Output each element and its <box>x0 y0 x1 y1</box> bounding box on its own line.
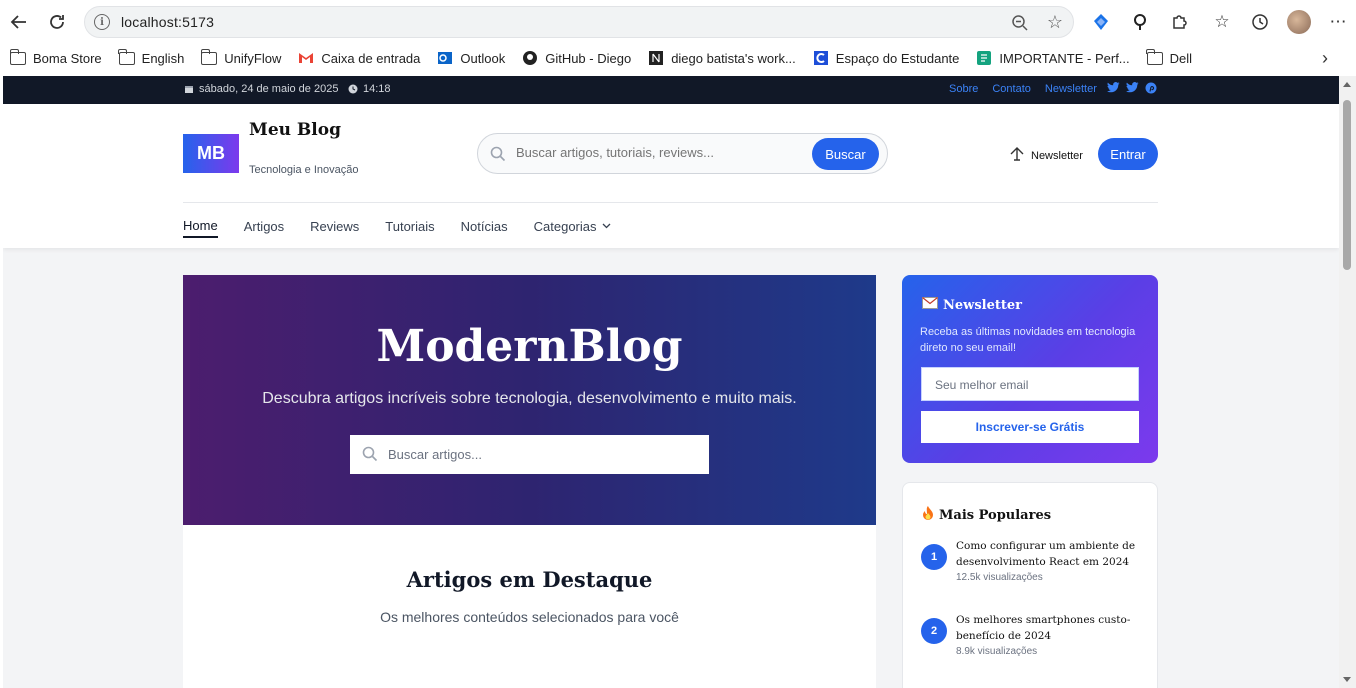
page-scrollbar[interactable] <box>1339 76 1356 688</box>
popular-item-title[interactable]: Os melhores smartphones custo-benefício … <box>956 612 1136 644</box>
nav-item-reviews[interactable]: Reviews <box>310 218 359 238</box>
header-search-input[interactable] <box>516 145 806 160</box>
nav-item-home[interactable]: Home <box>183 218 218 238</box>
featured-title: Artigos em Destaque <box>406 567 653 592</box>
bookmark-item[interactable]: Outlook <box>437 51 505 66</box>
outlook-icon <box>437 51 453 65</box>
site-info-icon[interactable]: i <box>94 14 110 30</box>
extension-diamond-icon[interactable] <box>1089 10 1113 34</box>
newsletter-description: Receba as últimas novidades em tecnologi… <box>920 326 1136 354</box>
popular-title: Mais Populares <box>921 505 1051 525</box>
rank-badge: 2 <box>921 618 947 644</box>
browser-toolbar: i localhost:5173 ☆ ☆ ⋯ <box>0 0 1356 44</box>
twitter-icon[interactable] <box>1107 82 1120 97</box>
bookmark-item[interactable]: Boma Store <box>9 48 102 66</box>
hero-subtitle: Descubra artigos incríveis sobre tecnolo… <box>262 390 797 407</box>
nav-item-artigos[interactable]: Artigos <box>244 218 284 238</box>
hero-title: ModernBlog <box>376 321 683 372</box>
send-icon <box>1009 146 1025 165</box>
bookmark-item[interactable]: GitHub - Diego <box>522 51 631 66</box>
scroll-down-icon[interactable] <box>1343 677 1351 682</box>
folder-icon <box>9 48 26 65</box>
social-links <box>1107 82 1163 97</box>
popular-item-views: 12.5k visualizações <box>956 572 1043 583</box>
bookmark-item[interactable]: English <box>118 48 184 66</box>
student-icon <box>813 51 829 65</box>
nav-item-tutoriais[interactable]: Tutoriais <box>385 218 434 238</box>
reload-icon[interactable] <box>44 9 70 35</box>
date-display: sábado, 24 de maio de 2025 <box>184 83 338 95</box>
newsletter-card: Newsletter Receba as últimas novidades e… <box>902 275 1158 463</box>
twitter-icon[interactable] <box>1126 82 1139 97</box>
back-icon[interactable] <box>6 9 32 35</box>
favorites-icon[interactable]: ☆ <box>1210 10 1234 34</box>
featured-section: Artigos em Destaque Os melhores conteúdo… <box>183 525 876 688</box>
more-menu-icon[interactable]: ⋯ <box>1326 10 1350 34</box>
site-header: MB Meu Blog Tecnologia e Inovação Buscar… <box>3 104 1339 248</box>
newsletter-email-input[interactable]: Seu melhor email <box>921 367 1139 401</box>
folder-icon <box>118 48 135 65</box>
clock-icon <box>348 84 358 94</box>
envelope-icon <box>922 297 938 313</box>
featured-subtitle: Os melhores conteúdos selecionados para … <box>380 609 679 625</box>
pinterest-icon[interactable] <box>1145 82 1157 97</box>
search-icon <box>490 146 506 167</box>
bookmark-item[interactable]: Caixa de entrada <box>298 51 420 66</box>
hero-banner: ModernBlog Descubra artigos incríveis so… <box>183 275 876 525</box>
bookmark-item[interactable]: UnifyFlow <box>200 48 281 66</box>
newsletter-link[interactable]: Newsletter <box>1009 146 1083 165</box>
link-contato[interactable]: Contato <box>992 83 1031 95</box>
search-icon <box>362 446 378 465</box>
bookmark-item[interactable]: diego batista's work... <box>648 51 796 66</box>
search-button[interactable]: Buscar <box>812 138 879 170</box>
time-display: 14:18 <box>348 83 391 95</box>
header-search: Buscar <box>477 133 888 174</box>
logo[interactable]: MB <box>183 134 239 173</box>
notion-icon <box>648 51 664 65</box>
subscribe-button[interactable]: Inscrever-se Grátis <box>921 411 1139 443</box>
history-icon[interactable] <box>1248 10 1272 34</box>
profile-avatar[interactable] <box>1287 10 1311 34</box>
fire-icon <box>921 505 935 525</box>
login-button[interactable]: Entrar <box>1098 138 1158 170</box>
popular-card: Mais Populares 1 Como configurar um ambi… <box>902 482 1158 688</box>
folder-icon <box>1146 48 1163 65</box>
zoom-icon[interactable] <box>1011 14 1029 37</box>
nav-item-categorias[interactable]: Categorias <box>534 218 611 238</box>
chevron-down-icon <box>602 221 611 232</box>
address-bar[interactable]: i localhost:5173 ☆ <box>84 6 1074 38</box>
site-name[interactable]: Meu Blog <box>249 120 341 140</box>
popular-item-views: 8.9k visualizações <box>956 646 1038 657</box>
popular-item-title[interactable]: Como configurar um ambiente de desenvolv… <box>956 538 1136 570</box>
nav-item-noticias[interactable]: Notícias <box>461 218 508 238</box>
scroll-up-icon[interactable] <box>1343 82 1351 87</box>
header-divider <box>183 202 1158 203</box>
bookmarks-overflow-icon[interactable]: › <box>1322 48 1328 69</box>
hero-search-placeholder: Buscar artigos... <box>388 447 482 462</box>
hero-search-input[interactable]: Buscar artigos... <box>350 435 709 474</box>
site-tagline: Tecnologia e Inovação <box>249 164 359 176</box>
folder-icon <box>200 48 218 65</box>
calendar-icon <box>185 86 193 93</box>
newsletter-title: Newsletter <box>922 297 1022 313</box>
doc-icon <box>976 51 992 65</box>
main-nav: Home Artigos Reviews Tutoriais Notícias … <box>183 218 637 238</box>
extensions-puzzle-icon[interactable] <box>1167 10 1191 34</box>
bookmarks-bar: Boma Store English UnifyFlow Caixa de en… <box>0 44 1356 72</box>
rank-badge: 1 <box>921 544 947 570</box>
link-sobre[interactable]: Sobre <box>949 83 978 95</box>
link-newsletter[interactable]: Newsletter <box>1045 83 1097 95</box>
gmail-icon <box>298 51 314 65</box>
github-icon <box>522 51 538 65</box>
bookmark-item[interactable]: Espaço do Estudante <box>813 51 959 66</box>
bookmark-item[interactable]: IMPORTANTE - Perf... <box>976 51 1130 66</box>
extension-pin-icon[interactable] <box>1128 10 1152 34</box>
page-viewport: sábado, 24 de maio de 2025 14:18 Sobre C… <box>3 76 1339 688</box>
top-info-bar: sábado, 24 de maio de 2025 14:18 Sobre C… <box>3 76 1339 104</box>
top-links: Sobre Contato Newsletter <box>949 83 1111 95</box>
bookmark-item[interactable]: Dell <box>1146 48 1192 66</box>
url-text: localhost:5173 <box>121 14 215 30</box>
favorite-star-icon[interactable]: ☆ <box>1047 12 1063 33</box>
scroll-thumb[interactable] <box>1343 100 1351 270</box>
